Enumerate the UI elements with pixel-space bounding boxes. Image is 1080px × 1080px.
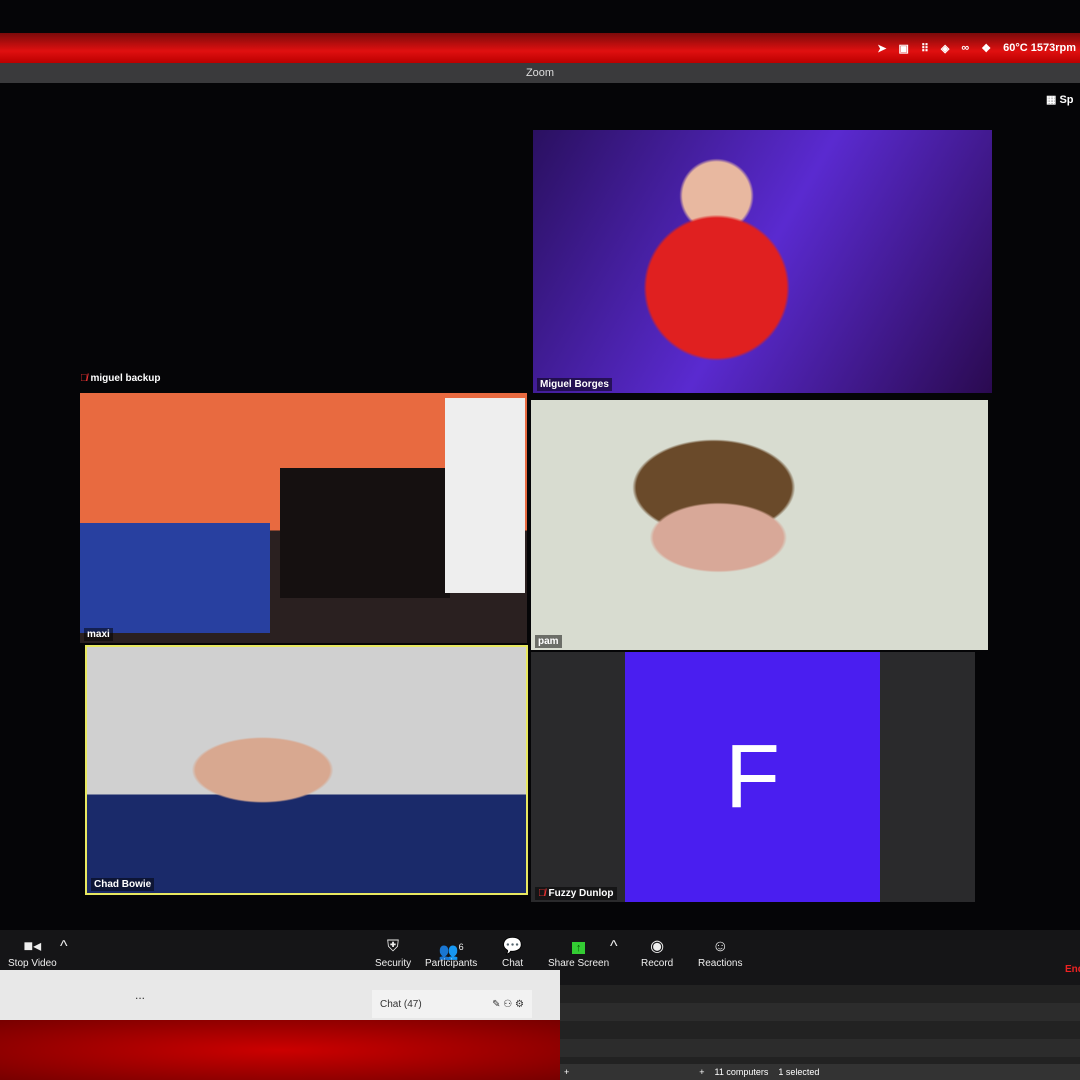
record-button[interactable]: ◉ Record xyxy=(641,936,673,969)
video-tile-miguel-backup[interactable]: 🎙̸ miguel backup xyxy=(80,373,161,384)
share-screen-icon: ↑ xyxy=(548,936,609,958)
computers-count: 11 computers xyxy=(714,1067,769,1077)
desktop-background xyxy=(0,1020,560,1080)
zoom-icon[interactable]: ▣ xyxy=(898,42,908,55)
gear-icon[interactable]: ⚙ xyxy=(515,999,524,1010)
view-label: Sp xyxy=(1059,94,1074,106)
label: Share Screen xyxy=(548,958,610,969)
shield-icon: ⛨ xyxy=(387,938,400,955)
chat-bubble-icon: 💬 xyxy=(502,938,523,955)
video-options-caret[interactable]: ^ xyxy=(60,936,68,958)
end-meeting-button[interactable]: End xyxy=(1065,964,1080,975)
view-button[interactable]: ▦ Sp xyxy=(1046,93,1074,106)
location-icon[interactable]: ➤ xyxy=(877,42,886,55)
video-tile-fuzzy-dunlop[interactable]: F 🎙̸ Fuzzy Dunlop xyxy=(531,652,975,902)
participants-button[interactable]: 👥6 Participants xyxy=(425,936,477,969)
compose-icon[interactable]: ✎ xyxy=(492,999,500,1010)
add-computer-button[interactable]: + xyxy=(699,1067,704,1077)
label: Reactions xyxy=(698,958,743,969)
label: Stop Video xyxy=(8,958,57,969)
chevron-up-icon: ^ xyxy=(60,938,68,955)
chat-header: Chat (47) ✎ ⚇ ⚙ xyxy=(372,990,532,1018)
window-title: Zoom xyxy=(0,63,1080,83)
more-options-button[interactable]: ... xyxy=(135,988,145,1002)
label: Participants xyxy=(425,958,478,969)
participant-name: Chad Bowie xyxy=(91,878,155,891)
muted-mic-icon: 🎙̸ xyxy=(538,888,546,899)
participants-icon: 👥6 xyxy=(438,942,464,961)
security-button[interactable]: ⛨ Security xyxy=(375,936,411,969)
grid-view-icon: ▦ xyxy=(1046,94,1060,106)
dropbox-icon[interactable]: ❖ xyxy=(981,42,991,55)
share-screen-button[interactable]: ↑ Share Screen xyxy=(548,936,609,969)
stop-video-button[interactable]: ■◂ Stop Video xyxy=(8,936,57,969)
chevron-up-icon: ^ xyxy=(610,938,618,955)
people-icon[interactable]: ⚇ xyxy=(503,999,512,1010)
panel-status-bar: + + 11 computers 1 selected xyxy=(560,1064,1080,1080)
label: Security xyxy=(375,958,412,969)
video-tile-maxi[interactable]: maxi xyxy=(80,393,527,643)
video-tile-chad-bowie[interactable]: Chad Bowie xyxy=(85,645,528,895)
muted-mic-icon: 🎙̸ xyxy=(80,373,88,384)
reactions-button[interactable]: ☺ Reactions xyxy=(698,936,742,969)
label: Chat xyxy=(502,958,524,969)
layers-icon[interactable]: ◈ xyxy=(941,42,949,55)
participant-name: Fuzzy Dunlop xyxy=(548,888,614,899)
participants-count: 6 xyxy=(458,942,464,952)
video-camera-icon: ■◂ xyxy=(23,938,42,955)
share-options-caret[interactable]: ^ xyxy=(610,936,618,958)
participant-name: miguel backup xyxy=(90,373,161,384)
chat-button[interactable]: 💬 Chat xyxy=(502,936,523,969)
participant-name: Miguel Borges xyxy=(537,378,612,391)
avatar: F xyxy=(625,652,880,902)
participant-name: pam xyxy=(535,635,562,648)
grid-icon[interactable]: ⠿ xyxy=(921,42,929,55)
smiley-icon: ☺ xyxy=(712,938,729,955)
record-icon: ◉ xyxy=(650,938,665,955)
participant-name-label: 🎙̸ Fuzzy Dunlop xyxy=(535,887,617,900)
selected-count: 1 selected xyxy=(778,1067,820,1077)
temperature-status: 60°C 1573rpm xyxy=(1003,42,1076,54)
menu-bar: ➤ ▣ ⠿ ◈ ∞ ❖ 60°C 1573rpm xyxy=(0,33,1080,63)
video-tile-miguel-borges[interactable]: Miguel Borges xyxy=(533,130,992,393)
chat-title: Chat (47) xyxy=(380,998,422,1010)
label: Record xyxy=(641,958,674,969)
add-button[interactable]: + xyxy=(564,1067,569,1077)
binoculars-icon[interactable]: ∞ xyxy=(961,42,969,54)
participant-name: maxi xyxy=(84,628,113,641)
video-tile-pam[interactable]: pam xyxy=(531,400,988,650)
